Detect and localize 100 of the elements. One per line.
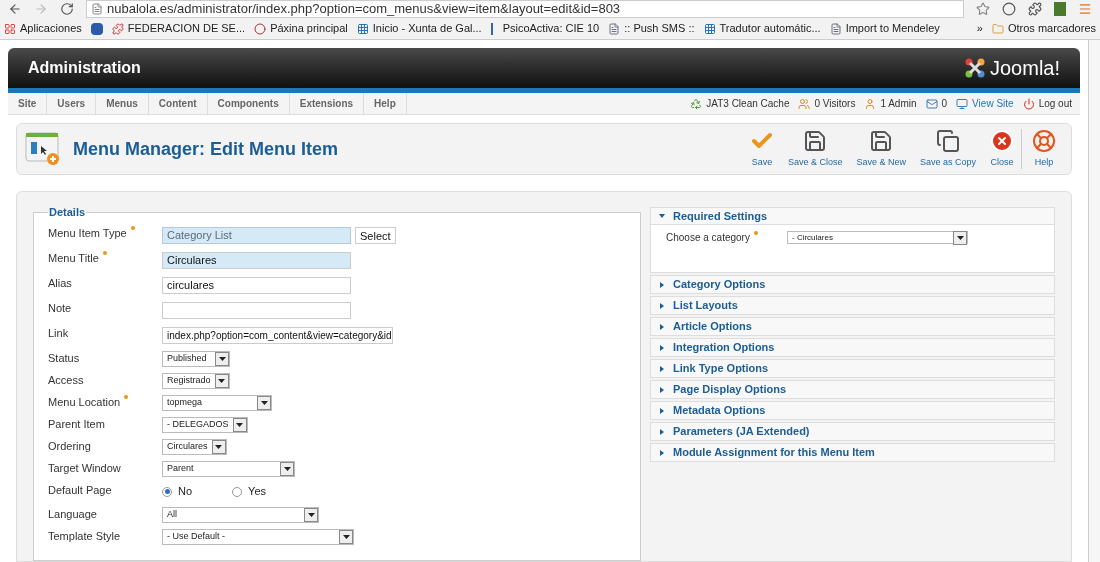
status-link[interactable]: 1 Admin (880, 96, 917, 111)
menu-manager-icon (25, 132, 61, 166)
collapsed-icon (659, 281, 665, 288)
panel-header[interactable]: Category Options (651, 276, 1054, 293)
status-link[interactable]: View Site (972, 96, 1014, 111)
menu-tab[interactable]: Components (207, 93, 290, 114)
caret-icon (236, 422, 243, 427)
bookmark-link[interactable]: Tradutor automátic... (719, 20, 821, 37)
status-link[interactable]: JAT3 Clean Cache (706, 96, 790, 111)
caret-icon (342, 534, 350, 539)
extension-icon[interactable] (1002, 2, 1016, 16)
caret-icon (956, 235, 964, 240)
panel-header[interactable]: Parameters (JA Extended) (651, 423, 1054, 440)
dropdown[interactable]: Circulares (162, 438, 227, 455)
dropdown[interactable]: - DELEGADOS (162, 416, 248, 433)
dropdown[interactable]: Published (162, 350, 230, 367)
bookmark-link[interactable]: FEDERACION DE SE... (127, 20, 246, 37)
extension-icon[interactable] (1028, 2, 1042, 16)
page-icon (608, 22, 621, 35)
radio-button[interactable] (162, 486, 172, 497)
text-field[interactable]: index.php?option=com_content&view=category&id (162, 326, 393, 344)
field-label: Status (48, 350, 80, 366)
menu-tab[interactable]: Help (364, 93, 407, 114)
radio-label: No (178, 484, 193, 500)
floppy-plus-icon (869, 128, 894, 153)
text-field[interactable]: circulares (162, 276, 351, 294)
forward-icon[interactable] (34, 2, 48, 16)
menu-tab[interactable]: Extensions (289, 93, 365, 114)
panel-header[interactable]: Required Settings (651, 208, 1054, 225)
status-link[interactable]: 0 Visitors (814, 96, 856, 111)
bookmark-link[interactable]: Import to Mendeley (845, 20, 940, 37)
status-link[interactable]: Log out (1038, 96, 1072, 111)
field-label: Default Page (48, 482, 112, 498)
folder-icon (991, 22, 1004, 35)
floppy-icon (803, 128, 828, 153)
toolbar-button[interactable]: Save & Close (780, 128, 850, 170)
scrollbar[interactable] (1088, 40, 1100, 562)
radio-button[interactable] (232, 486, 243, 497)
caret-icon (283, 466, 291, 471)
toolbar-button[interactable]: Help (1021, 128, 1063, 170)
field-label: Alias (48, 275, 72, 291)
panel-header[interactable]: Link Type Options (651, 360, 1054, 377)
back-icon[interactable] (8, 2, 22, 16)
close-icon (990, 128, 1014, 153)
collapsed-icon (659, 302, 665, 309)
dropdown[interactable]: - Circulares (787, 231, 968, 244)
bookmark-link[interactable]: PsicoActiva: CIE 10 (502, 20, 600, 37)
field-label: Ordering (48, 438, 91, 454)
toolbar-button[interactable]: Close (983, 128, 1021, 170)
field-label: Access (48, 372, 84, 388)
panel-header[interactable]: List Layouts (651, 297, 1054, 314)
required-mark (102, 250, 107, 255)
bookmark-link[interactable]: Otros marcadores (1007, 20, 1096, 37)
panel-header[interactable]: Integration Options (651, 339, 1054, 356)
toolbar-button[interactable]: Save & New (849, 128, 913, 170)
menu-tab[interactable]: Site (8, 93, 48, 114)
bookmark-link[interactable]: Páxina principal (270, 20, 348, 37)
toolbar-button[interactable]: Save (742, 128, 781, 170)
text-field[interactable]: Circulares (162, 251, 351, 269)
bookmark-link[interactable]: Inicio - Xunta de Gal... (372, 20, 482, 37)
bookmark-link[interactable]: :: Push SMS :: (624, 20, 695, 37)
caret-icon (218, 356, 226, 361)
toolbar-button[interactable]: Save as Copy (912, 128, 983, 170)
dropdown[interactable]: All (162, 506, 319, 523)
field-label: Note (48, 300, 72, 316)
page-title: Menu Manager: Edit Menu Item (73, 137, 339, 161)
caret-icon (260, 400, 268, 405)
panel-header[interactable]: Metadata Options (651, 402, 1054, 419)
menu-tab[interactable]: Users (47, 93, 97, 114)
grid-icon (356, 22, 369, 35)
header-title: Administration (28, 58, 141, 78)
menu-icon[interactable] (1078, 2, 1092, 16)
dropdown[interactable]: - Use Default - (162, 528, 354, 545)
collapsed-icon (659, 323, 665, 330)
dropdown[interactable]: Parent (162, 460, 295, 477)
menu-tab[interactable]: Menus (96, 93, 149, 114)
field-label: Menu Location (48, 394, 121, 410)
dropdown[interactable]: topmega (162, 394, 272, 411)
page-icon (91, 3, 103, 15)
menu-tab[interactable]: Content (148, 93, 208, 114)
more-bookmarks[interactable]: » (976, 20, 983, 37)
lifebuoy-icon (1032, 128, 1056, 153)
field-label: Link (48, 325, 69, 341)
panel-header[interactable]: Article Options (651, 318, 1054, 335)
collapsed-icon (659, 386, 665, 393)
collapsed-icon (659, 344, 665, 351)
panel-header[interactable]: Module Assignment for this Menu Item (651, 444, 1054, 461)
puzzle-icon (111, 22, 124, 35)
required-mark (130, 225, 135, 230)
reload-icon[interactable] (60, 2, 74, 16)
address-bar[interactable]: nubalola.es/administrator/index.php?option=com_menus&view=item&layout=edit&id=803 (86, 0, 964, 18)
panel-header[interactable]: Page Display Options (651, 381, 1054, 398)
status-link[interactable]: 0 (941, 96, 948, 111)
field-label: Language (48, 506, 97, 522)
bookmark-link[interactable]: Aplicaciones (20, 20, 82, 37)
users-icon (798, 97, 811, 110)
text-field[interactable] (162, 301, 351, 319)
dropdown[interactable]: Registrado (162, 372, 230, 389)
star-icon[interactable] (976, 2, 990, 16)
user-icon (864, 97, 877, 110)
